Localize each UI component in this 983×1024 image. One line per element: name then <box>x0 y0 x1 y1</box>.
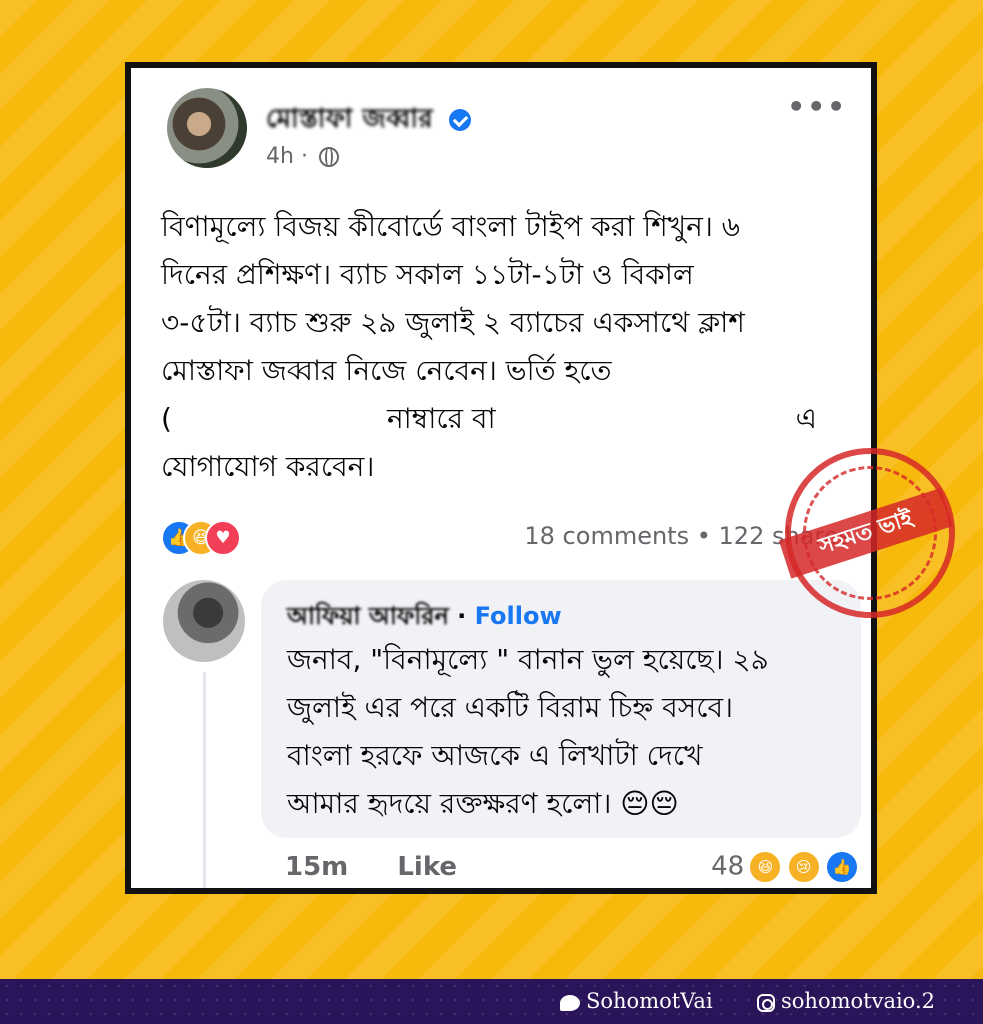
post-text: বিণামূল্যে বিজয় কীবোর্ডে বাংলা টাইপ করা… <box>161 203 851 491</box>
post-line: দিনের প্রশিক্ষণ। ব্যাচ সকাল ১১টা-১টা ও ব… <box>161 258 694 291</box>
author-avatar[interactable] <box>167 88 247 168</box>
post-line: বিণামূল্যে বিজয় কীবোর্ডে বাংলা টাইপ করা… <box>161 210 740 243</box>
instagram-text: sohomotvaio.2 <box>781 989 935 1013</box>
comment-reactions[interactable]: 48 😆 😢 👍 <box>711 850 859 884</box>
twitter-handle[interactable]: SohomotVai <box>560 989 713 1013</box>
twitter-text: SohomotVai <box>586 989 713 1013</box>
like-reaction-icon: 👍 <box>825 850 859 884</box>
post-line: মোস্তাফা জব্বার নিজে নেবেন। ভর্তি হতে <box>161 354 612 387</box>
twitter-icon <box>560 994 580 1011</box>
more-options-button[interactable]: ••• <box>787 90 847 123</box>
author-name-text: মোস্তাফা জব্বার <box>266 104 434 134</box>
commenter-avatar[interactable] <box>163 580 245 662</box>
comment-thread-line <box>203 672 206 888</box>
post-meta: 4h · <box>266 144 339 169</box>
comment-text: জনাব, "বিনামূল্যে " বানান ভুল হয়েছে। ২৯… <box>287 636 847 828</box>
comment-bubble: আফিয়া আফরিন · Follow জনাব, "বিনামূল্যে … <box>261 580 861 838</box>
haha-reaction-icon: 😆 <box>748 850 783 884</box>
comment-line: আমার হৃদয়ে রক্তক্ষরণ হলো। 😔😔 <box>287 787 679 820</box>
post-line: যোগাযোগ করবেন। <box>161 450 375 483</box>
sad-reaction-icon: 😢 <box>786 850 821 884</box>
follow-separator: · <box>457 602 467 630</box>
stats-dot: • <box>696 522 711 550</box>
meta-separator: · <box>300 144 308 169</box>
comment-like-button[interactable]: Like <box>397 852 457 882</box>
globe-icon <box>318 147 339 167</box>
post-line-part: ( <box>161 402 172 435</box>
post-line-part: এ <box>795 402 817 435</box>
redacted-email <box>495 395 796 443</box>
comment-line: বাংলা হরফে আজকে এ লিখাটা দেখে <box>287 739 703 772</box>
post-line: ৩-৫টা। ব্যাচ শুরু ২৯ জুলাই ২ ব্যাচের একস… <box>161 306 745 339</box>
instagram-icon <box>757 993 775 1012</box>
verified-badge-icon <box>448 108 471 131</box>
commenter-name-row: আফিয়া আফরিন · Follow <box>287 598 562 638</box>
love-reaction-icon: ♥ <box>205 520 241 556</box>
comment-actions: 15m Like <box>285 852 497 882</box>
comment-time[interactable]: 15m <box>285 852 348 882</box>
follow-button[interactable]: Follow <box>475 602 562 630</box>
footer-bar: SohomotVai sohomotvaio.2 <box>0 979 983 1024</box>
commenter-name[interactable]: আফিয়া আফরিন <box>287 602 449 630</box>
post-line-part: নাম্বারে বা <box>386 402 496 435</box>
post-line-contact: ( নাম্বারে বা এ <box>161 395 851 443</box>
comment-line: জুলাই এর পরে একটি বিরাম চিহ্ন বসবে। <box>287 691 734 724</box>
comment-line: জনাব, "বিনামূল্যে " বানান ভুল হয়েছে। ২৯ <box>287 643 769 676</box>
post-time[interactable]: 4h <box>266 144 294 169</box>
author-name[interactable]: মোস্তাফা জব্বার <box>266 98 471 142</box>
instagram-handle[interactable]: sohomotvaio.2 <box>757 989 935 1013</box>
comment-reaction-count: 48 <box>711 851 745 882</box>
comments-count[interactable]: 18 comments <box>524 522 689 550</box>
facebook-post-card: মোস্তাফা জব্বার 4h · ••• বিণামূল্যে বিজয… <box>125 62 877 894</box>
